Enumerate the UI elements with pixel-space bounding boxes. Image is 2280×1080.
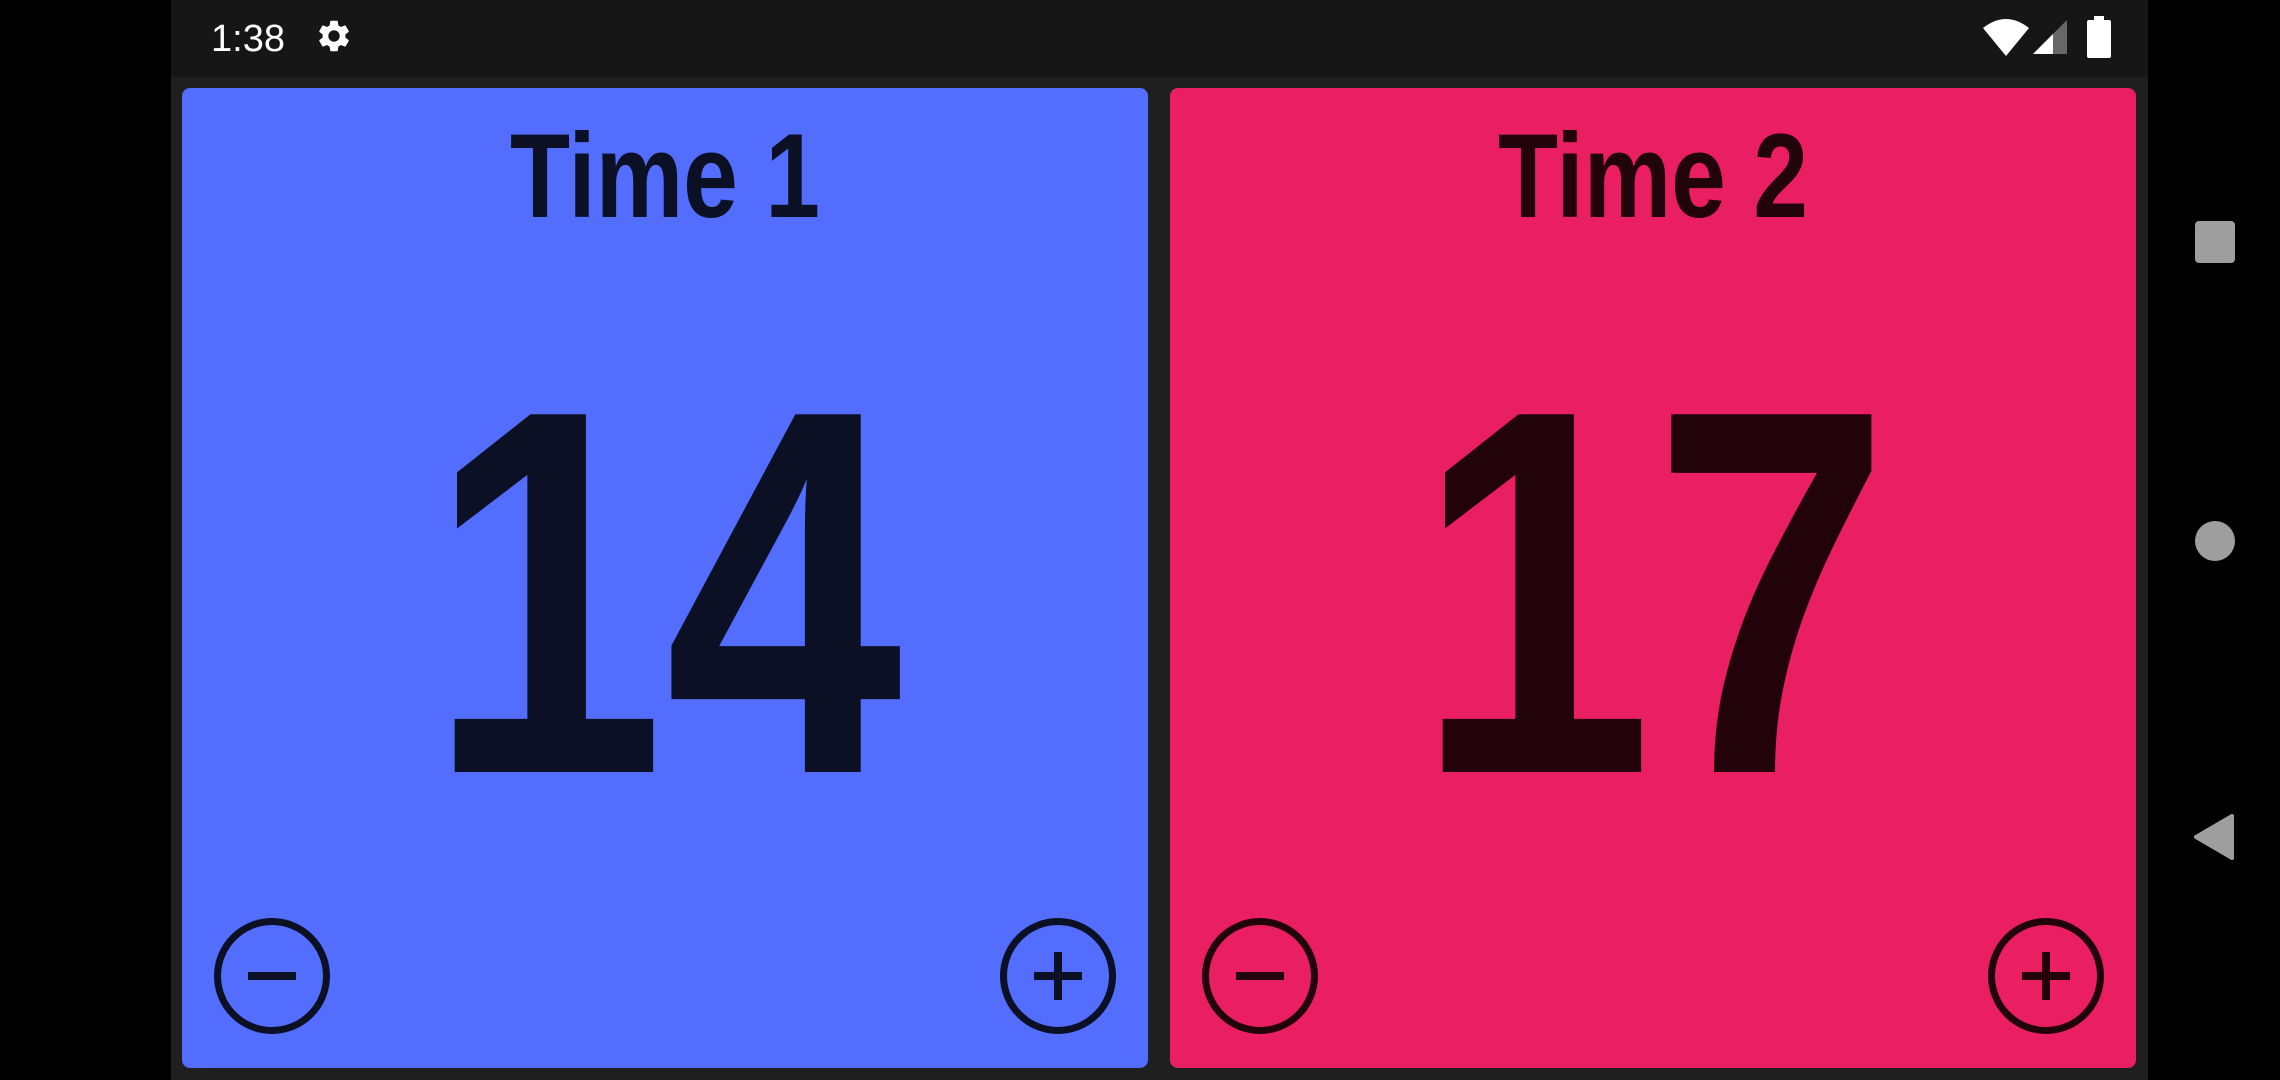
home-button[interactable]: [2195, 521, 2235, 561]
back-button[interactable]: [2190, 812, 2238, 862]
team-2-increment-button[interactable]: [1988, 918, 2104, 1034]
settings-icon: [319, 20, 349, 52]
team-2-panel[interactable]: Time 2 17: [1170, 88, 2136, 1068]
team-2-decrement-button[interactable]: [1202, 918, 1318, 1034]
app-screen: 1:38 Time 1 14 Time 2 17: [171, 0, 2148, 1080]
team-2-score[interactable]: 17: [1257, 333, 2049, 853]
team-1-decrement-button[interactable]: [214, 918, 330, 1034]
team-1-increment-button[interactable]: [1000, 918, 1116, 1034]
navigation-bar: [2148, 0, 2280, 1080]
team-1-score[interactable]: 14: [269, 333, 1061, 853]
minus-icon: [1236, 972, 1284, 980]
team-1-name: Time 1: [510, 109, 820, 243]
battery-icon: [2087, 16, 2111, 58]
status-bar: 1:38: [171, 0, 2148, 77]
cellular-signal-icon: [2033, 20, 2067, 54]
wifi-icon: [1983, 19, 2029, 56]
plus-icon-vertical: [1054, 952, 1062, 1000]
minus-icon: [248, 972, 296, 980]
team-2-name: Time 2: [1498, 109, 1808, 243]
plus-icon-vertical: [2042, 952, 2050, 1000]
recents-button[interactable]: [2195, 221, 2235, 263]
status-clock: 1:38: [211, 18, 285, 60]
team-1-panel[interactable]: Time 1 14: [182, 88, 1148, 1068]
